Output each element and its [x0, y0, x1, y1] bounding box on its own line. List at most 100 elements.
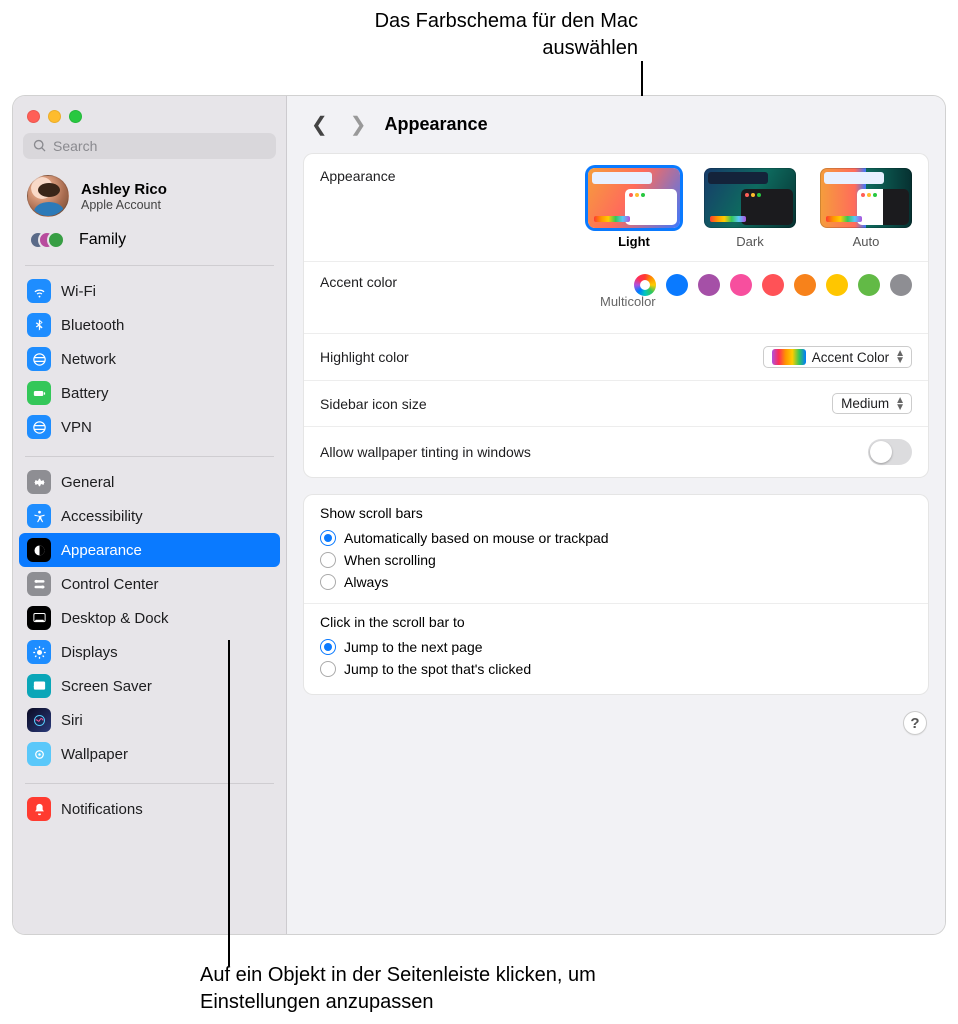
sidebar-group-network: Wi-Fi Bluetooth Network Battery VPN — [13, 270, 286, 452]
sidebar-item-vpn[interactable]: VPN — [19, 410, 280, 444]
accent-colors — [634, 274, 912, 296]
accent-color-2[interactable] — [698, 274, 720, 296]
appearance-caption: Light — [618, 234, 650, 249]
sidebar-item-general[interactable]: General — [19, 465, 280, 499]
help-button[interactable]: ? — [903, 711, 927, 735]
sidebar-item-label: Battery — [61, 385, 109, 402]
sidebar-icon-popup[interactable]: Medium ▲▼ — [832, 393, 912, 414]
wifi-icon — [27, 279, 51, 303]
sidebar-divider — [25, 783, 274, 784]
globe-icon — [27, 347, 51, 371]
forward-button[interactable]: ❯ — [346, 110, 371, 139]
sidebar-item-screen-saver[interactable]: Screen Saver — [19, 669, 280, 703]
sidebar-item-notifications[interactable]: Notifications — [19, 792, 280, 826]
apple-account-row[interactable]: Ashley Rico Apple Account — [13, 169, 286, 223]
minimize-button[interactable] — [48, 110, 61, 123]
appearance-caption: Dark — [736, 234, 763, 249]
sidebar: Search Ashley Rico Apple Account Family … — [13, 96, 287, 934]
close-button[interactable] — [27, 110, 40, 123]
sidebar-item-label: Wi-Fi — [61, 283, 96, 300]
sidebar-item-label: Accessibility — [61, 508, 143, 525]
battery-icon — [27, 381, 51, 405]
sidebar-item-wallpaper[interactable]: Wallpaper — [19, 737, 280, 771]
appearance-option-auto[interactable]: Auto — [820, 168, 912, 249]
chevron-updown-icon: ▲▼ — [895, 397, 905, 411]
radio-label: Jump to the spot that's clicked — [344, 661, 531, 677]
appearance-option-dark[interactable]: Dark — [704, 168, 796, 249]
back-button[interactable]: ❮ — [307, 110, 332, 139]
radio-icon — [320, 552, 336, 568]
globe-icon — [27, 415, 51, 439]
accent-color-1[interactable] — [666, 274, 688, 296]
sun-icon — [27, 640, 51, 664]
settings-window: Search Ashley Rico Apple Account Family … — [13, 96, 945, 934]
sidebar-item-desktop-dock[interactable]: Desktop & Dock — [19, 601, 280, 635]
sidebar-item-label: General — [61, 474, 114, 491]
sidebar-item-wi-fi[interactable]: Wi-Fi — [19, 274, 280, 308]
page-title: Appearance — [385, 114, 488, 135]
appearance-panel: Appearance LightDarkAuto Accent color Mu… — [303, 153, 929, 478]
highlight-value: Accent Color — [812, 350, 889, 365]
accent-color-4[interactable] — [762, 274, 784, 296]
scrollbars-title: Show scroll bars — [320, 505, 912, 521]
sidebar-item-accessibility[interactable]: Accessibility — [19, 499, 280, 533]
bell-icon — [27, 797, 51, 821]
accent-color-8[interactable] — [890, 274, 912, 296]
clickbar-option-1[interactable]: Jump to the spot that's clicked — [320, 658, 912, 680]
appearance-option-light[interactable]: Light — [588, 168, 680, 249]
appearance-label: Appearance — [320, 168, 396, 184]
sidebar-item-label: Appearance — [61, 542, 142, 559]
sidebar-item-label: Siri — [61, 712, 83, 729]
radio-icon — [320, 530, 336, 546]
header: ❮ ❯ Appearance — [287, 96, 945, 149]
sidebar-item-network[interactable]: Network — [19, 342, 280, 376]
accent-color-6[interactable] — [826, 274, 848, 296]
sidebar-item-siri[interactable]: Siri — [19, 703, 280, 737]
family-row[interactable]: Family — [13, 223, 286, 261]
callout-top: Das Farbschema für den Mac auswählen — [318, 8, 638, 62]
radio-icon — [320, 661, 336, 677]
sidebar-item-bluetooth[interactable]: Bluetooth — [19, 308, 280, 342]
sidebar-item-appearance[interactable]: Appearance — [19, 533, 280, 567]
callout-bottom: Auf ein Objekt in der Seitenleiste klick… — [200, 962, 700, 1016]
accent-color-3[interactable] — [730, 274, 752, 296]
scrollbars-option-1[interactable]: When scrolling — [320, 549, 912, 571]
account-name: Ashley Rico — [81, 181, 167, 198]
sidebar-item-label: Wallpaper — [61, 746, 128, 763]
sidebar-item-label: Desktop & Dock — [61, 610, 169, 627]
search-placeholder: Search — [53, 138, 97, 154]
tinting-toggle[interactable] — [868, 439, 912, 465]
search-icon — [33, 139, 47, 153]
sidebar-group-alerts: Notifications — [13, 788, 286, 834]
sidebar-item-label: Displays — [61, 644, 118, 661]
bluetooth-icon — [27, 313, 51, 337]
chevron-updown-icon: ▲▼ — [895, 350, 905, 364]
switches-icon — [27, 572, 51, 596]
accent-color-0[interactable] — [634, 274, 656, 296]
zoom-button[interactable] — [69, 110, 82, 123]
sidebar-item-label: Screen Saver — [61, 678, 152, 695]
sidebar-icon-value: Medium — [841, 396, 889, 411]
appearance-options: Light Dark Auto — [588, 168, 912, 249]
sidebar-item-label: Bluetooth — [61, 317, 124, 334]
scrollbars-option-0[interactable]: Automatically based on mouse or trackpad — [320, 527, 912, 549]
accent-color-5[interactable] — [794, 274, 816, 296]
family-label: Family — [79, 231, 126, 249]
accent-label: Accent color — [320, 274, 397, 290]
radio-label: When scrolling — [344, 552, 436, 568]
search-input[interactable]: Search — [23, 133, 276, 159]
highlight-popup[interactable]: Accent Color ▲▼ — [763, 346, 912, 368]
window-controls — [13, 96, 286, 133]
clickbar-title: Click in the scroll bar to — [320, 614, 912, 630]
radio-label: Always — [344, 574, 388, 590]
accent-color-7[interactable] — [858, 274, 880, 296]
scrollbars-option-2[interactable]: Always — [320, 571, 912, 593]
appearance-caption: Auto — [853, 234, 880, 249]
radio-label: Jump to the next page — [344, 639, 483, 655]
sidebar-item-battery[interactable]: Battery — [19, 376, 280, 410]
sidebar-item-displays[interactable]: Displays — [19, 635, 280, 669]
clickbar-option-0[interactable]: Jump to the next page — [320, 636, 912, 658]
sidebar-item-label: Network — [61, 351, 116, 368]
sidebar-item-control-center[interactable]: Control Center — [19, 567, 280, 601]
main-pane: ❮ ❯ Appearance Appearance LightDarkAuto … — [287, 96, 945, 934]
